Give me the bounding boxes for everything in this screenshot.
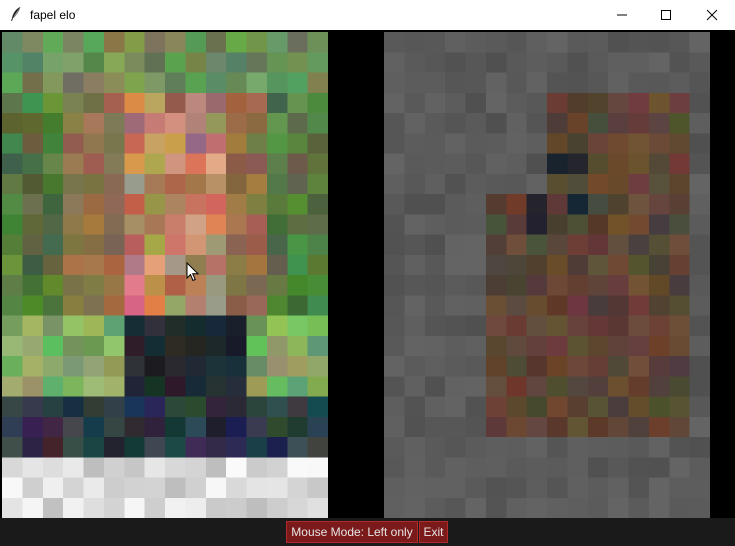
right-image-pane[interactable] bbox=[384, 32, 710, 518]
maximize-button[interactable] bbox=[643, 0, 689, 30]
title-bar: fapel elo bbox=[0, 0, 735, 30]
left-image-pane[interactable] bbox=[2, 32, 328, 518]
minimize-button[interactable] bbox=[599, 0, 645, 30]
mouse-mode-button[interactable]: Mouse Mode: Left only bbox=[286, 521, 418, 543]
left-pixel-image[interactable] bbox=[2, 32, 328, 518]
close-icon bbox=[706, 9, 718, 21]
mouse-cursor-icon bbox=[186, 262, 200, 282]
status-bar: Mouse Mode: Left only Exit bbox=[0, 518, 735, 546]
right-pixel-image[interactable] bbox=[384, 32, 710, 518]
image-area bbox=[0, 30, 735, 518]
minimize-icon bbox=[616, 9, 628, 21]
maximize-icon bbox=[660, 9, 672, 21]
feather-icon bbox=[8, 6, 24, 22]
window-title: fapel elo bbox=[30, 8, 75, 22]
close-button[interactable] bbox=[689, 0, 735, 30]
exit-button[interactable]: Exit bbox=[419, 521, 448, 543]
